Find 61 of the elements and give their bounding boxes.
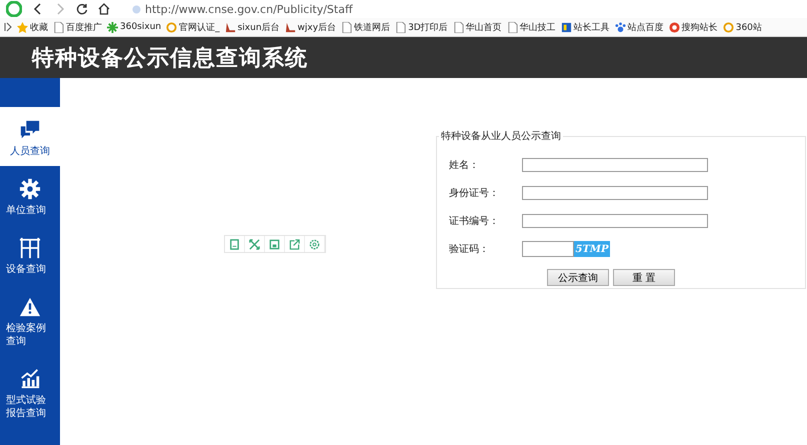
bookmark-link[interactable]: 站点百度	[628, 20, 664, 34]
gear-icon	[19, 178, 41, 200]
globe-icon	[132, 4, 141, 14]
sidebar-item[interactable]: 设备查询	[0, 225, 60, 284]
sidebar-toggle-icon[interactable]	[4, 22, 12, 32]
save-icon	[269, 238, 280, 250]
sidebar-item[interactable]: 人员查询	[0, 107, 60, 166]
bookmark-link[interactable]: 360站	[736, 20, 762, 34]
bookmark-link[interactable]: 华山首页	[466, 20, 502, 34]
sidebar-item[interactable]: 型式试验报告查询	[0, 356, 60, 428]
reload-icon[interactable]	[76, 3, 88, 15]
bookmark-icon	[341, 22, 352, 32]
bookmark-icon	[53, 22, 64, 32]
bookmark-link[interactable]: 百度推广	[66, 20, 102, 34]
chat-icon	[19, 119, 41, 141]
warning-icon	[19, 296, 41, 318]
bookmark-icon	[452, 22, 464, 32]
bookmark-icon	[284, 22, 296, 32]
share-icon	[289, 238, 300, 250]
grid-icon	[19, 237, 41, 259]
form-legend: 特种设备从业人员公示查询	[439, 129, 563, 143]
captcha-field[interactable]	[522, 241, 574, 257]
bookmark-link[interactable]: 官网认证_	[179, 20, 220, 34]
bookmark-link[interactable]: 3D打印后	[408, 20, 448, 34]
bookmark-icon	[560, 22, 572, 32]
bookmark-icon	[224, 22, 236, 32]
field-label: 姓名：	[448, 159, 480, 172]
sidebar-item[interactable]: 单位查询	[0, 166, 60, 225]
input-field[interactable]	[522, 186, 708, 200]
bookmark-link[interactable]: 360sixun	[120, 22, 162, 32]
browser-logo-icon	[6, 1, 22, 17]
bookmark-link[interactable]: sixun后台	[238, 20, 280, 34]
bookmark-icon	[107, 22, 118, 32]
bookmark-link[interactable]: 华山技工	[520, 20, 556, 34]
bookmark-link[interactable]: 搜狗站长	[682, 20, 718, 34]
bookmark-icon	[17, 22, 28, 32]
field-label: 身份证号：	[448, 187, 500, 200]
bookmark-icon	[722, 22, 734, 32]
input-field[interactable]	[522, 214, 708, 228]
home-icon[interactable]	[98, 3, 110, 15]
page-title: 特种设备公示信息查询系统	[32, 44, 308, 72]
form-button[interactable]: 公示查询	[547, 269, 609, 286]
bookmark-icon	[166, 22, 178, 32]
bookmark-link[interactable]: wjxy后台	[298, 20, 336, 34]
sidebar-item[interactable]: 检验案例查询	[0, 284, 60, 356]
bookmark-link[interactable]: 铁道网后	[354, 20, 390, 34]
bookmark-link[interactable]: 站长工具	[574, 20, 610, 34]
bookmark-icon	[668, 22, 680, 32]
address-bar-url[interactable]: http://www.cnse.gov.cn/Publicity/Staff	[145, 2, 353, 16]
form-button[interactable]: 重 置	[613, 269, 675, 286]
bookmark-link[interactable]: 收藏	[30, 20, 48, 34]
bookmark-icon	[614, 22, 626, 32]
expand-icon	[249, 238, 260, 250]
input-field[interactable]	[522, 158, 708, 172]
bookmark-icon	[506, 22, 518, 32]
bookmark-icon	[395, 22, 406, 32]
settings-icon	[309, 238, 320, 250]
chart-icon	[19, 368, 41, 390]
document-icon	[229, 238, 240, 250]
field-label: 证书编号：	[448, 214, 500, 228]
field-label: 验证码：	[448, 243, 490, 256]
